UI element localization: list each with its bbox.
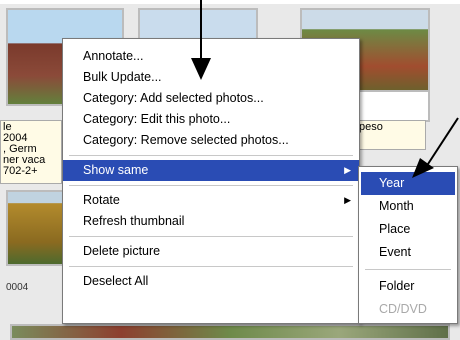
submenu-item-year[interactable]: Year [361,172,455,195]
photo-thumbnail[interactable] [6,190,66,266]
top-frame [0,0,460,4]
submenu-item-place[interactable]: Place [359,218,457,241]
menu-separator [69,155,353,156]
menu-item-category-add[interactable]: Category: Add selected photos... [63,88,359,109]
submenu-item-month[interactable]: Month [359,195,457,218]
submenu-item-event[interactable]: Event [359,241,457,264]
photo-caption: peso [356,120,426,150]
menu-item-refresh-thumbnail[interactable]: Refresh thumbnail [63,211,359,232]
submenu-item-folder[interactable]: Folder [359,275,457,298]
submenu-arrow-icon: ▶ [344,165,351,175]
menu-item-label: Show same [83,163,149,177]
menu-item-category-edit[interactable]: Category: Edit this photo... [63,109,359,130]
photo-thumbnail[interactable] [356,90,430,122]
caption-text: peso [359,121,383,133]
caption-line: 702-2+ [3,165,38,177]
submenu-arrow-icon: ▶ [344,195,351,205]
menu-item-category-remove[interactable]: Category: Remove selected photos... [63,130,359,151]
photo-thumbnail-strip[interactable] [10,324,450,340]
thumbnail-number: 0004 [6,282,29,293]
menu-separator [365,269,451,270]
menu-item-deselect-all[interactable]: Deselect All [63,271,359,292]
show-same-submenu: Year Month Place Event Folder CD/DVD [358,166,458,324]
submenu-item-cd-dvd: CD/DVD [379,302,427,316]
menu-item-delete-picture[interactable]: Delete picture [63,241,359,262]
photo-caption: le 2004 , Germ ner vaca 702-2+ [0,120,62,184]
menu-item-rotate[interactable]: Rotate ▶ [63,190,359,211]
menu-separator [69,236,353,237]
context-menu: Annotate... Bulk Update... Category: Add… [62,38,360,324]
menu-separator [69,266,353,267]
menu-item-annotate[interactable]: Annotate... [63,46,359,67]
menu-item-bulk-update[interactable]: Bulk Update... [63,67,359,88]
menu-separator [69,185,353,186]
menu-item-show-same[interactable]: Show same ▶ [63,160,359,181]
menu-item-label: Rotate [83,193,120,207]
